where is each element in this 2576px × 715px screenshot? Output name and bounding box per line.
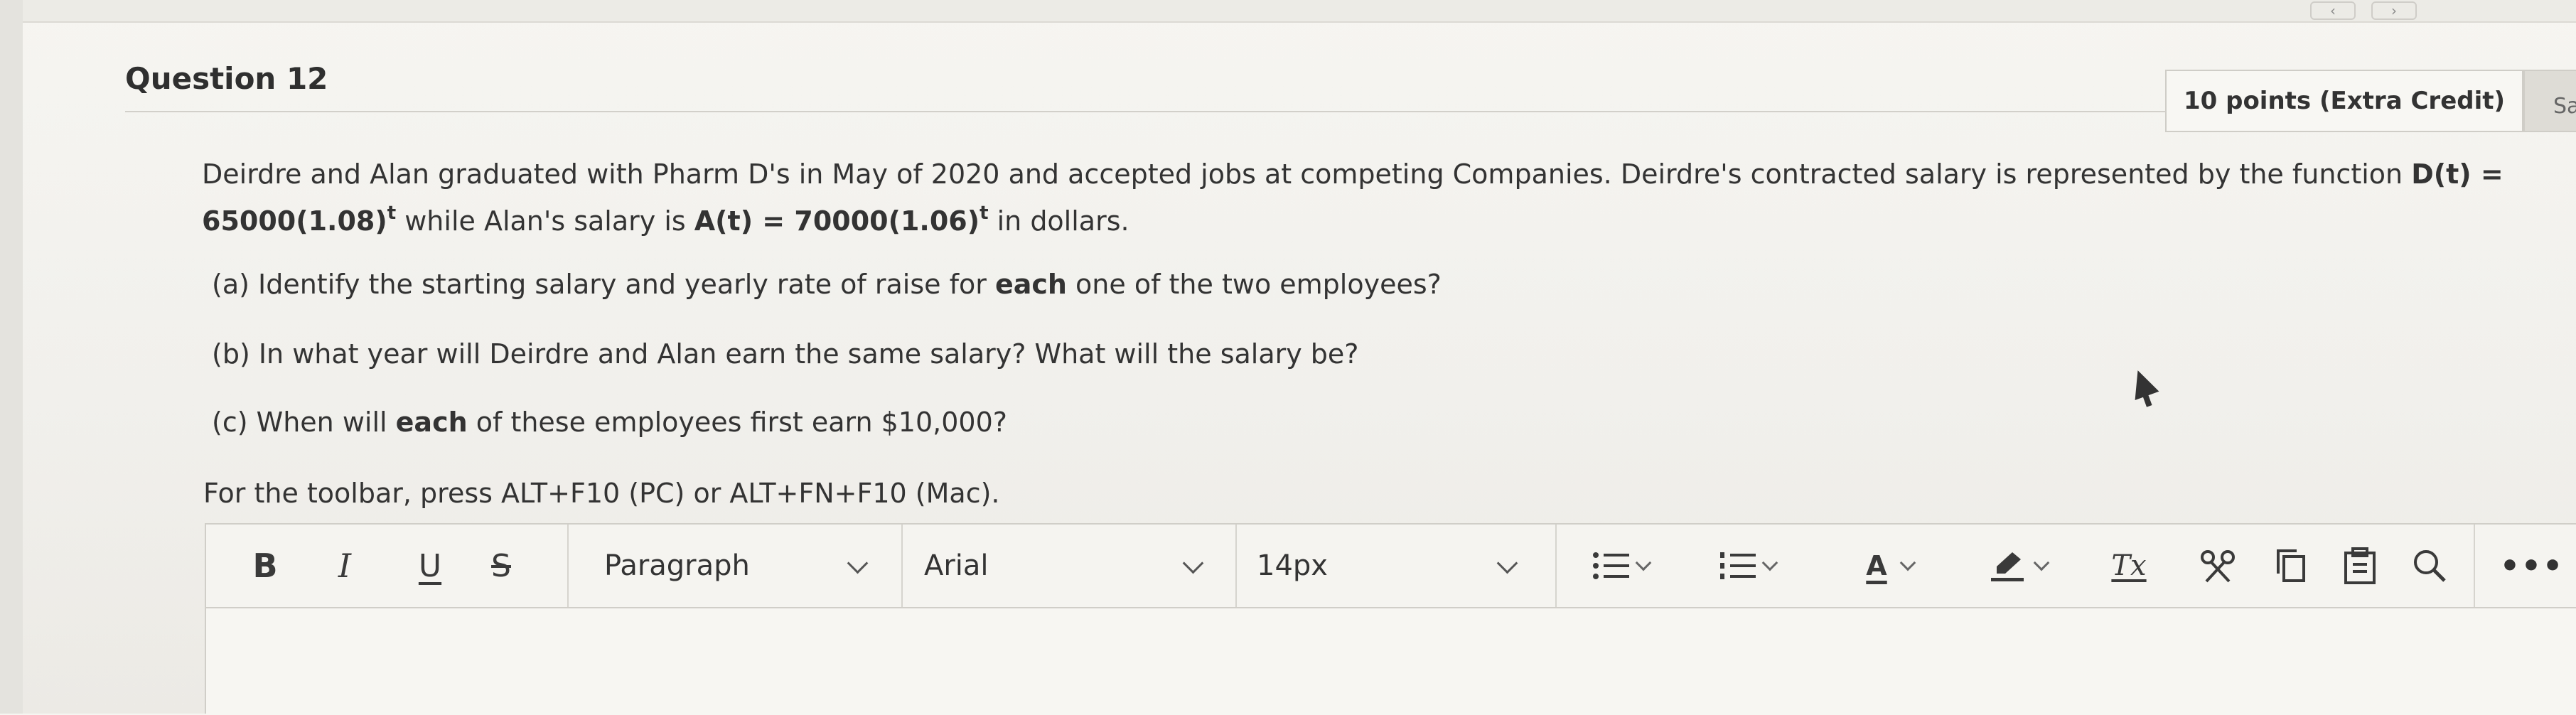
part-b: (b) In what year will Deirdre and Alan e… xyxy=(212,338,1359,370)
question-title: Question 12 xyxy=(125,61,328,96)
numbered-list-button[interactable] xyxy=(1699,525,1778,607)
function-d-expression: 65000(1.08) xyxy=(202,205,387,237)
cut-icon xyxy=(2201,550,2235,583)
font-color-icon: A xyxy=(1866,550,1887,581)
next-question-button[interactable]: › xyxy=(2371,1,2417,20)
editor-text-area[interactable] xyxy=(206,608,2576,715)
part-c-post: of these employees first earn $10,000? xyxy=(467,407,1007,438)
copy-icon xyxy=(2277,549,2305,582)
question-intro: Deirdre and Alan graduated with Pharm D'… xyxy=(202,158,2412,190)
header-divider xyxy=(125,111,2172,112)
font-color-button[interactable]: A xyxy=(1834,525,1919,607)
underline-button[interactable]: U xyxy=(405,525,455,607)
question-nav: ‹ › xyxy=(2310,0,2576,21)
more-icon[interactable]: ••• xyxy=(2496,525,2567,607)
part-a-bold: each xyxy=(994,269,1067,300)
function-a-expression: A(t) = 70000(1.06) xyxy=(694,205,980,237)
editor-toolbar: B I U S Paragraph Arial 14px A Tx ••• xyxy=(206,525,2576,608)
exponent-t: t xyxy=(980,203,989,224)
search-icon xyxy=(2414,550,2446,582)
toolbar-divider xyxy=(2474,525,2475,607)
bullet-list-button[interactable] xyxy=(1572,525,1652,607)
chevron-down-icon xyxy=(847,552,869,574)
part-c: (c) When will each of these employees fi… xyxy=(212,407,1007,438)
clear-formatting-icon: Tx xyxy=(2111,549,2147,582)
bold-button[interactable]: B xyxy=(240,525,290,607)
part-a-post: one of the two employees? xyxy=(1066,269,1442,300)
chevron-down-icon xyxy=(1496,552,1518,574)
highlight-icon xyxy=(1991,552,2024,581)
paragraph-select[interactable]: Paragraph xyxy=(567,525,901,607)
highlight-button[interactable] xyxy=(1962,525,2054,607)
font-family-select[interactable]: Arial xyxy=(901,525,1235,607)
numbered-list-icon xyxy=(1720,552,1756,579)
top-strip: ‹ › xyxy=(0,0,2576,23)
points-badge: 10 points (Extra Credit) xyxy=(2165,70,2523,132)
part-c-bold: each xyxy=(395,407,468,438)
chevron-down-icon xyxy=(1182,552,1204,574)
bullet-list-icon xyxy=(1593,552,1629,579)
cut-button[interactable] xyxy=(2189,525,2246,607)
part-a-pre: (a) Identify the starting salary and yea… xyxy=(212,269,995,300)
part-c-pre: (c) When will xyxy=(212,407,396,438)
chevron-down-icon xyxy=(2033,554,2050,571)
keyboard-hint: For the toolbar, press ALT+F10 (PC) or A… xyxy=(203,478,1000,509)
font-size-value: 14px xyxy=(1257,549,1328,582)
italic-button[interactable]: I xyxy=(320,525,370,607)
paste-button[interactable] xyxy=(2331,525,2388,607)
font-family-value: Arial xyxy=(924,549,989,582)
font-size-select[interactable]: 14px xyxy=(1235,525,1555,607)
clear-formatting-button[interactable]: Tx xyxy=(2097,525,2161,607)
rich-text-editor: B I U S Paragraph Arial 14px A Tx ••• xyxy=(205,523,2576,715)
prev-question-button[interactable]: ‹ xyxy=(2310,1,2356,20)
function-d-label: D(t) = xyxy=(2411,158,2503,190)
paragraph-select-value: Paragraph xyxy=(604,549,750,582)
question-text: Deirdre and Alan graduated with Pharm D'… xyxy=(202,151,2533,244)
strikethrough-button[interactable]: S xyxy=(476,525,526,607)
chevron-down-icon xyxy=(1899,554,1916,571)
question-line-2: 65000(1.08)t while Alan's salary is A(t)… xyxy=(202,198,2533,244)
save-button[interactable]: Sa xyxy=(2523,70,2576,132)
part-a: (a) Identify the starting salary and yea… xyxy=(212,269,1442,300)
paste-icon xyxy=(2344,547,2376,584)
find-button[interactable] xyxy=(2401,525,2458,607)
exponent-t: t xyxy=(387,203,397,224)
question-end: in dollars. xyxy=(988,205,1129,237)
left-edge xyxy=(0,0,23,714)
question-mid: while Alan's salary is xyxy=(396,205,694,237)
copy-button[interactable] xyxy=(2262,525,2319,607)
chevron-down-icon xyxy=(1761,554,1778,571)
toolbar-divider xyxy=(1555,525,1557,607)
chevron-down-icon xyxy=(1635,554,1652,571)
question-line-1: Deirdre and Alan graduated with Pharm D'… xyxy=(202,151,2533,198)
